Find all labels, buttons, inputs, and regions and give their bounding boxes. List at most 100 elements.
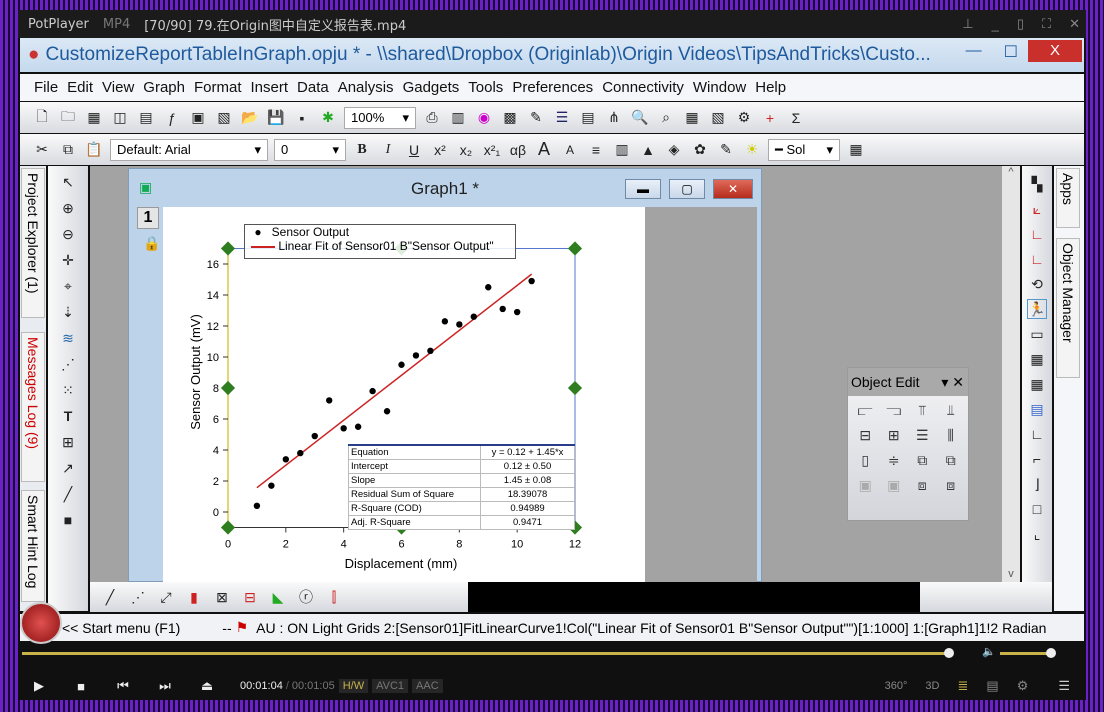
zoom-select[interactable]: 100% ▾ — [344, 106, 416, 129]
subscript-button[interactable]: x₂ — [456, 140, 476, 160]
recalculate-icon[interactable]: ✱ — [318, 108, 338, 128]
data-reader-icon[interactable]: ⌖ — [58, 276, 78, 296]
menu-help[interactable]: Help — [755, 79, 786, 96]
hw-tag[interactable]: H/W — [338, 679, 369, 693]
greek-button[interactable]: αβ — [508, 140, 528, 160]
print-icon[interactable]: ⎙ — [422, 108, 442, 128]
frame-right-icon[interactable]: ⌋ — [1027, 474, 1047, 494]
copy-icon[interactable]: ⧉ — [58, 140, 78, 160]
distribute-h-icon[interactable]: ⫼ — [940, 427, 963, 444]
menu-graph[interactable]: Graph — [143, 79, 185, 96]
layer-merge-icon[interactable]: ▤ — [1027, 399, 1047, 419]
italic-button[interactable]: I — [378, 140, 398, 160]
menu-tools[interactable]: Tools — [468, 79, 503, 96]
tab-messages-log[interactable]: Messages Log (9) — [21, 332, 45, 482]
zoom-in-icon[interactable]: ⊕ — [58, 198, 78, 218]
start-menu-label[interactable]: << Start menu (F1) — [62, 620, 180, 636]
results-log-icon[interactable]: ☰ — [552, 108, 572, 128]
align-icon[interactable]: ≡ — [586, 140, 606, 160]
menu-connectivity[interactable]: Connectivity — [602, 79, 684, 96]
start-menu-button[interactable] — [20, 602, 62, 644]
menu-file[interactable]: File — [34, 79, 58, 96]
insert-table-icon[interactable]: ⊞ — [58, 432, 78, 452]
hierarchy-icon[interactable]: ⋔ — [604, 108, 624, 128]
code-builder-icon[interactable]: ✎ — [526, 108, 546, 128]
tab-project-explorer[interactable]: Project Explorer (1) — [21, 168, 45, 318]
align-center-v-icon[interactable]: ⊟ — [854, 427, 877, 444]
find-icon[interactable]: 🔍 — [630, 108, 650, 128]
front-icon[interactable]: ⧈ — [911, 477, 934, 494]
layout-4b-icon[interactable]: ▦ — [1027, 374, 1047, 394]
align-center-h-icon[interactable]: ⊞ — [883, 427, 906, 444]
mask-icon[interactable]: ≋ — [58, 328, 78, 348]
same-height-icon[interactable]: ≑ — [883, 452, 906, 469]
menu-preferences[interactable]: Preferences — [512, 79, 593, 96]
swap-xy-icon[interactable]: ⟲ — [1027, 274, 1047, 294]
back-icon[interactable]: ⧈ — [940, 477, 963, 494]
brightness-icon[interactable]: ☀ — [742, 140, 762, 160]
menu-insert[interactable]: Insert — [251, 79, 289, 96]
superscript-button[interactable]: x² — [430, 140, 450, 160]
bold-button[interactable]: B — [352, 140, 372, 160]
fill-color-icon[interactable]: ◈ — [664, 140, 684, 160]
same-width-icon[interactable]: ▯ — [854, 452, 877, 469]
new-workbook-icon[interactable]: ▦ — [84, 108, 104, 128]
menu-edit[interactable]: Edit — [67, 79, 93, 96]
settings-gear-icon[interactable]: ⚙ — [1017, 678, 1029, 694]
play-icon[interactable]: ▶ — [18, 678, 60, 694]
volume-handle[interactable] — [1046, 648, 1056, 658]
layer-1-button[interactable]: 1 — [137, 207, 159, 229]
zoom-out-icon[interactable]: ⊖ — [58, 224, 78, 244]
font-select[interactable]: Default: Arial ▾ — [110, 138, 268, 161]
tab-apps[interactable]: Apps — [1056, 168, 1080, 228]
seek-bar[interactable] — [22, 652, 952, 655]
previous-icon[interactable]: ⏮ — [102, 678, 144, 694]
checker-icon[interactable]: ▚ — [1027, 174, 1047, 194]
close-icon[interactable]: ✕ — [952, 374, 964, 390]
3d-button[interactable]: 3D — [925, 680, 939, 692]
align-right-icon[interactable]: ⫎ — [883, 402, 906, 419]
new-folder-icon[interactable]: 🗀 — [58, 108, 78, 128]
speed-mode-icon[interactable]: 🏃 — [1027, 299, 1047, 319]
maximize-icon[interactable]: ▯ — [1017, 16, 1024, 32]
360-button[interactable]: 360° — [885, 680, 908, 692]
workspace-scrollbar[interactable]: ^ v — [1002, 166, 1020, 582]
minimize-icon[interactable]: _ — [992, 17, 999, 32]
minimize-button[interactable]: ▬ — [625, 179, 661, 199]
new-project-icon[interactable]: 🗋 — [32, 108, 52, 128]
decrease-font-button[interactable]: A — [560, 140, 580, 160]
line-style-select[interactable]: ━ Sol ▾ — [768, 138, 840, 161]
layout-4-icon[interactable]: ▦ — [1027, 349, 1047, 369]
menu-window[interactable]: Window — [693, 79, 746, 96]
zoom-graph-icon[interactable]: ⌕ — [656, 108, 676, 128]
bring-front-icon[interactable]: ⧉ — [911, 452, 934, 469]
send-back-icon[interactable]: ⧉ — [940, 452, 963, 469]
scroll-down-icon[interactable]: v — [1002, 568, 1020, 580]
menu-view[interactable]: View — [102, 79, 134, 96]
crosshair-icon[interactable]: ✛ — [58, 250, 78, 270]
menu-gadgets[interactable]: Gadgets — [403, 79, 460, 96]
distribute-v-icon[interactable]: ☰ — [911, 427, 934, 444]
table-icon[interactable]: ▦ — [682, 108, 702, 128]
open-icon[interactable]: 📂 — [240, 108, 260, 128]
add-column-icon[interactable]: + — [760, 108, 780, 128]
column-plot-icon[interactable]: ▮ — [184, 587, 204, 607]
menu-data[interactable]: Data — [297, 79, 329, 96]
eject-icon[interactable]: ⏏ — [186, 678, 228, 694]
equalizer-icon[interactable]: ≣ — [957, 678, 968, 694]
frame-bottom-left-icon[interactable]: ∟ — [1027, 424, 1047, 444]
palette-icon[interactable]: ✿ — [690, 140, 710, 160]
line-tool-icon[interactable]: ╱ — [58, 484, 78, 504]
dropdown-icon[interactable]: ▾ — [941, 374, 948, 390]
volume-icon[interactable]: 🔈 — [982, 645, 996, 658]
pattern-icon[interactable]: ▥ — [612, 140, 632, 160]
font-color-icon[interactable]: ▲ — [638, 140, 658, 160]
command-window-icon[interactable]: ▤ — [578, 108, 598, 128]
playlist-icon[interactable]: ▤ — [986, 678, 998, 694]
tab-object-manager[interactable]: Object Manager — [1056, 238, 1080, 378]
text-tool-icon[interactable]: T — [58, 406, 78, 426]
settings-gear-icon[interactable]: ⚙ — [734, 108, 754, 128]
axis-y-icon[interactable]: ∟ — [1027, 249, 1047, 269]
group-icon[interactable]: ▣ — [854, 477, 877, 494]
stock-plot-icon[interactable]: ⫿ — [324, 587, 344, 607]
